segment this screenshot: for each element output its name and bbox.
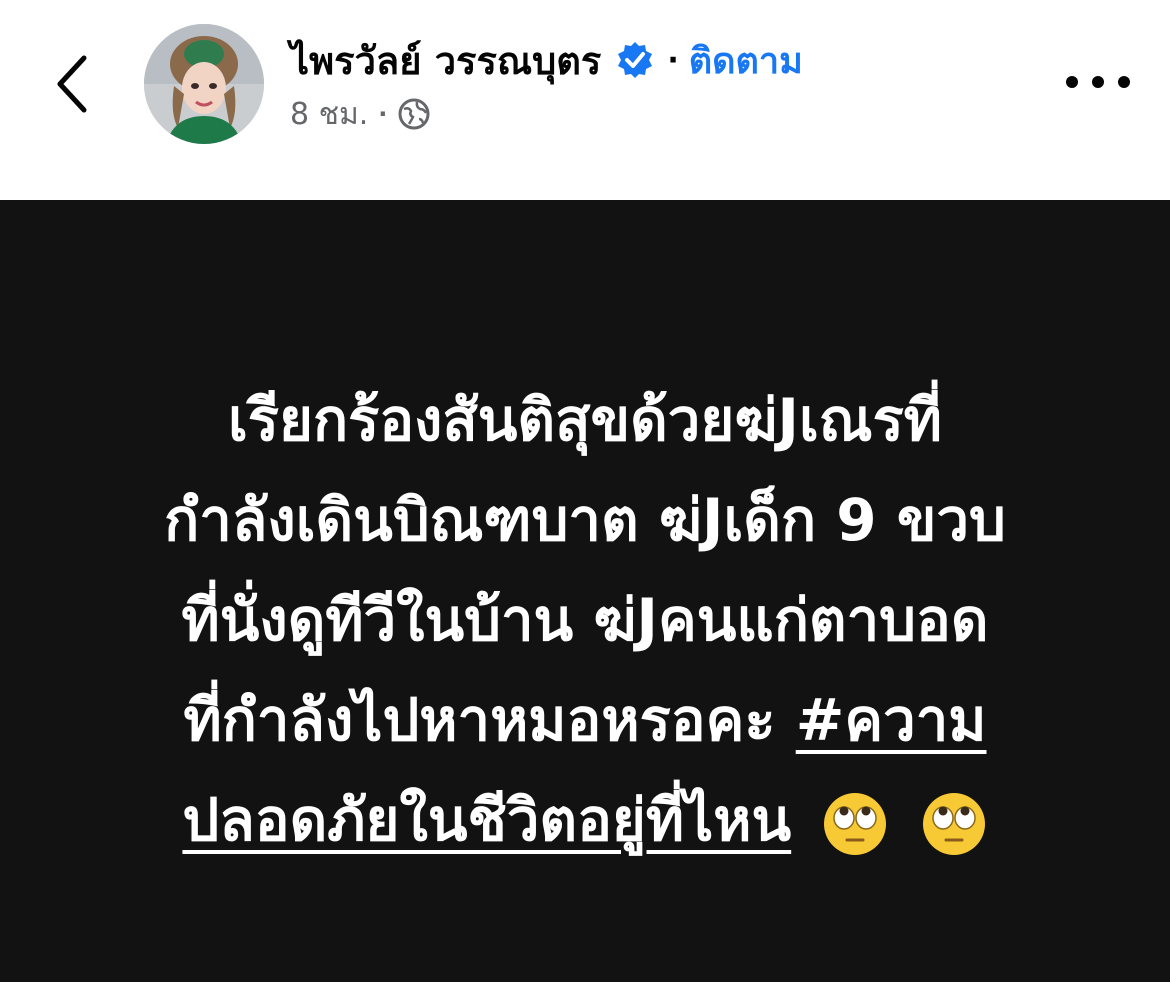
post-body[interactable]: เรียกร้องสันติสุขด้วยฆ่Jเณรที่ กำลังเดิน… [0, 200, 1170, 982]
post-line: ที่กำลังไปหาหมอหรอคะ #ความ [60, 670, 1110, 770]
verified-badge-icon [618, 42, 653, 78]
hashtag-link[interactable]: #ความ [796, 686, 987, 754]
eye-roll-emoji [922, 792, 985, 855]
post-line: ที่นั่งดูทีวีในบ้าน ฆ่Jคนแก่ตาบอด [181, 586, 989, 654]
more-horizontal-icon-dot [1066, 76, 1078, 88]
post-line: กำลังเดินบิณฑบาต ฆ่Jเด็ก 9 ขวบ [164, 486, 1006, 554]
post-line: ปลอดภัยในชีวิตอยู่ที่ไหน [60, 770, 1110, 870]
post-text: เรียกร้องสันติสุขด้วยฆ่Jเณรที่ กำลังเดิน… [60, 370, 1110, 870]
hashtag-link-continued[interactable]: ปลอดภัยในชีวิตอยู่ที่ไหน [182, 786, 791, 854]
avatar-image [144, 24, 264, 144]
meta-separator: · [378, 100, 388, 128]
more-horizontal-icon-dot [1092, 76, 1104, 88]
eye-roll-emoji [824, 792, 887, 855]
post-header: ไพรวัลย์ วรรณบุตร · ติดตาม 8 ชม. · [0, 0, 1170, 200]
post-line: เรียกร้องสันติสุขด้วยฆ่Jเณรที่ [227, 386, 942, 454]
author-name[interactable]: ไพรวัลย์ วรรณบุตร [290, 30, 601, 91]
separator-dot: · [667, 42, 679, 78]
author-row: ไพรวัลย์ วรรณบุตร · ติดตาม [290, 30, 803, 90]
post-line-text: ที่กำลังไปหาหมอหรอคะ [183, 686, 796, 754]
more-options-button[interactable] [1066, 62, 1130, 102]
back-button[interactable] [44, 48, 100, 120]
more-horizontal-icon-dot [1118, 76, 1130, 88]
chevron-left-icon [57, 55, 87, 113]
timestamp[interactable]: 8 ชม. [290, 91, 368, 138]
follow-button[interactable]: ติดตาม [689, 32, 803, 89]
avatar[interactable] [144, 24, 264, 144]
globe-icon [398, 98, 430, 130]
post-meta: 8 ชม. · [290, 92, 431, 136]
